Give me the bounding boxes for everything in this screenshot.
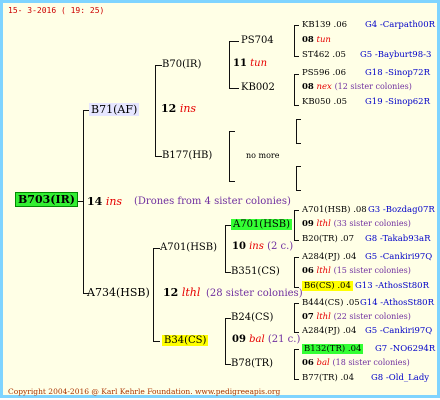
connector [225, 225, 226, 272]
leaf-row: PS596 .06 [302, 68, 347, 78]
leaf-code: G8 -Takab93aR [365, 234, 431, 244]
bottom-note: (28 sister colonies) [206, 288, 303, 299]
timestamp: 15- 3-2016 ( 19: 25) [8, 6, 105, 15]
footer: Copyright 2004-2016 @ Karl Kehrle Founda… [8, 386, 280, 398]
leaf-code: G4 -Carpath00R [365, 20, 436, 30]
leaf-generation: 09 lthl (33 sister colonies) [302, 219, 411, 229]
connector [229, 181, 235, 182]
leaf-code: G3 -Bozdag07R [368, 205, 435, 215]
node-bottom-b-b[interactable]: B78(TR) [231, 358, 273, 370]
leaf-code: G8 -Old_Lady [371, 373, 430, 383]
pedigree-chart: 15- 3-2016 ( 19: 25) B703(IR) 14 ins (Dr… [0, 0, 440, 398]
node-top[interactable]: B71(AF) [89, 103, 140, 116]
connector [155, 65, 156, 156]
top-generation: 12 ins [161, 102, 197, 115]
leaf-row: B444(CS) .05 [302, 298, 360, 308]
root-generation: 14 ins [87, 195, 123, 208]
leaf-row: B6(CS) .04 [302, 281, 353, 291]
top-a-generation: 11 tun [233, 58, 268, 69]
connector [294, 349, 295, 379]
connector [294, 25, 299, 26]
leaf-row: A701(HSB) .08 [302, 205, 367, 215]
leaf-row: B77(TR) .04 [302, 373, 354, 383]
leaf-generation: 08 tun [302, 35, 331, 45]
node-bottom-b-a[interactable]: B24(CS) [231, 312, 273, 324]
footer-link[interactable]: www.pedigreeapis.org [195, 387, 280, 396]
connector [294, 74, 295, 105]
connector [294, 25, 295, 56]
root-note: (Drones from 4 sister colonies) [134, 196, 291, 207]
connector [83, 110, 84, 293]
node-top-a-b[interactable]: KB002 [241, 82, 275, 94]
leaf-row: B132(TR) .04 [302, 344, 364, 354]
connector [229, 88, 239, 89]
connector [294, 332, 299, 333]
connector [155, 65, 162, 66]
connector [294, 303, 295, 332]
connector [229, 41, 230, 88]
leaf-row: A284(PJ) .04 [302, 252, 357, 262]
connector [229, 131, 235, 132]
connector [294, 303, 299, 304]
leaf-row: A284(PJ) .04 [302, 326, 357, 336]
node-bottom[interactable]: A734(HSB) [87, 287, 150, 299]
leaf-row: KB050 .05 [302, 97, 348, 107]
node-top-b[interactable]: B177(HB) [162, 150, 212, 162]
bottom-a-generation: 10 ins (2 c.) [232, 241, 294, 252]
connector [294, 240, 299, 241]
connector [294, 379, 299, 380]
leaf-generation: 07 lthl (22 sister colonies) [302, 312, 411, 322]
connector [225, 318, 226, 364]
node-top-a[interactable]: B70(IR) [162, 59, 201, 71]
leaf-generation: 06 lthl (15 sister colonies) [302, 266, 411, 276]
leaf-row: ST462 .05 [302, 50, 346, 60]
node-top-a-a[interactable]: PS704 [241, 35, 274, 47]
leaf-code: G18 -Sinop72R [365, 68, 430, 78]
leaf-code: G5 -Cankiri97Q [365, 326, 433, 336]
connector [294, 349, 299, 350]
copyright: Copyright 2004-2016 @ Karl Kehrle Founda… [8, 387, 193, 396]
connector [296, 143, 301, 144]
leaf-code: G14 -AthosSt80R [360, 298, 434, 308]
connector [296, 166, 297, 190]
leaf-code: G13 -AthosSt80R [355, 281, 429, 291]
connector [294, 56, 299, 57]
leaf-generation: 08 nex (12 sister colonies) [302, 82, 412, 92]
connector [229, 131, 230, 181]
connector [296, 190, 301, 191]
node-bottom-b[interactable]: B34(CS) [162, 335, 209, 347]
node-bottom-a[interactable]: A701(HSB) [160, 242, 217, 254]
connector [294, 210, 295, 240]
leaf-row: B20(TR) .07 [302, 234, 354, 244]
leaf-code: G5 -Cankiri97Q [365, 252, 433, 262]
root-node[interactable]: B703(IR) [15, 192, 78, 207]
node-bottom-a-a[interactable]: A701(HSB) [231, 219, 293, 231]
leaf-row: KB139 .06 [302, 20, 348, 30]
connector [153, 341, 160, 342]
connector [294, 74, 299, 75]
connector [153, 248, 154, 341]
connector [296, 166, 301, 167]
connector [155, 156, 162, 157]
leaf-code: G7 -NO6294R [375, 344, 436, 354]
leaf-code: G5 -Bayburt98-3 [360, 50, 432, 60]
connector [229, 41, 239, 42]
no-more-label: no more [246, 151, 280, 160]
connector [296, 119, 297, 143]
connector [294, 105, 299, 106]
connector [294, 257, 295, 287]
leaf-code: G19 -Sinop62R [365, 97, 430, 107]
node-bottom-a-b[interactable]: B351(CS) [231, 266, 280, 278]
connector [296, 119, 301, 120]
connector [294, 210, 299, 211]
connector [153, 248, 160, 249]
connector [294, 257, 299, 258]
bottom-generation: 12 lthl [163, 286, 201, 299]
leaf-generation: 06 bal (18 sister colonies) [302, 358, 410, 368]
bottom-b-generation: 09 bal (21 c.) [232, 334, 301, 345]
